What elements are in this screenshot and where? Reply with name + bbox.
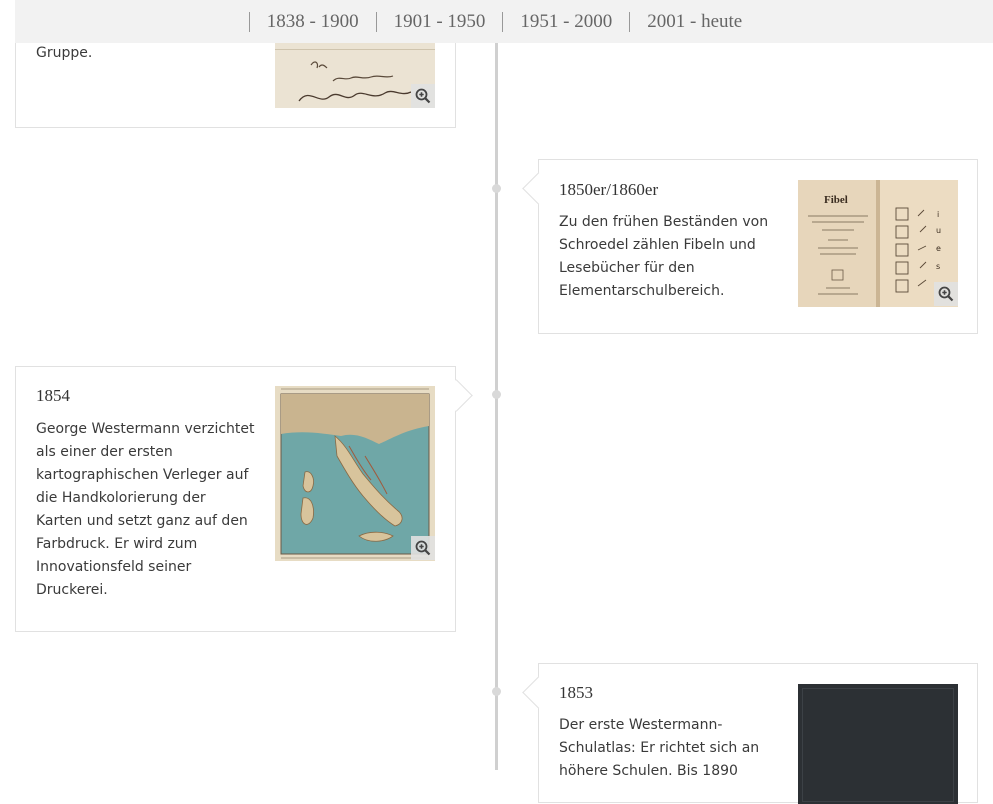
timeline-dot xyxy=(492,184,501,193)
zoom-in-icon[interactable] xyxy=(411,536,435,560)
svg-text:s: s xyxy=(936,262,940,271)
card-pointer xyxy=(440,379,473,412)
card-year: 1854 xyxy=(36,386,70,405)
map-drawing xyxy=(280,388,430,559)
nav-period-2001-heute[interactable]: 2001 - heute xyxy=(629,11,759,32)
nav-period-1838-1900[interactable]: 1838 - 1900 xyxy=(248,11,376,32)
svg-text:u: u xyxy=(936,226,941,235)
svg-text:e: e xyxy=(936,244,941,253)
nav-period-1901-1950[interactable]: 1901 - 1950 xyxy=(375,11,503,32)
timeline-card: 1850er/1860er Zu den frühen Beständen vo… xyxy=(522,159,978,334)
card-image-italy-map[interactable] xyxy=(275,386,435,561)
card-year: 1850er/1860er xyxy=(559,180,659,199)
card-pointer xyxy=(522,676,555,709)
card-text: Gruppe. xyxy=(36,45,93,61)
timeline-dot xyxy=(492,390,501,399)
card-text: Zu den frühen Beständen von Schroedel zä… xyxy=(559,214,769,299)
timeline-axis xyxy=(495,40,498,770)
card-text: George Westermann verzichtet als einer d… xyxy=(36,421,255,598)
nav-period-1951-2000[interactable]: 1951 - 2000 xyxy=(502,11,629,32)
card-pointer xyxy=(522,172,555,205)
period-navigation: 1838 - 1900 1901 - 1950 1951 - 2000 2001… xyxy=(15,0,993,43)
card-image-fibel[interactable]: Fibel iu es xyxy=(798,180,958,307)
zoom-in-icon[interactable] xyxy=(411,84,435,108)
timeline-card: 1853 Der erste Westermann-Schulatlas: Er… xyxy=(522,663,978,804)
card-text: Der erste Westermann-Schulatlas: Er rich… xyxy=(559,717,760,779)
card-year: 1853 xyxy=(559,683,593,702)
svg-text:i: i xyxy=(937,210,939,219)
timeline-dot xyxy=(492,687,501,696)
timeline-card: 1854 George Westermann verzichtet als ei… xyxy=(15,366,473,632)
card-image-atlas-cover[interactable] xyxy=(798,684,958,804)
zoom-in-icon[interactable] xyxy=(934,282,958,306)
